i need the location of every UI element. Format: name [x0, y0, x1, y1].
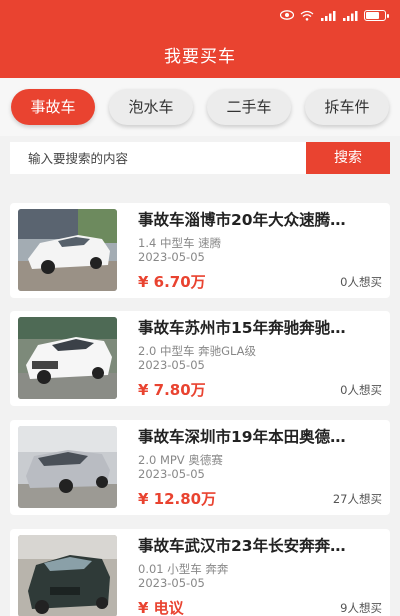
listing-title: 事故车淄博市20年大众速腾… [138, 211, 346, 229]
listing-spec: 2.0 中型车 奔驰GLA级 [138, 344, 257, 358]
car-photo [18, 317, 117, 399]
app-header: 我要买车 [0, 0, 400, 78]
status-bar [280, 6, 389, 24]
list-item[interactable]: 事故车深圳市19年本田奥德… 2.0 MPV 奥德赛 2023-05-05 ¥ … [10, 420, 390, 515]
tab-accident-car[interactable]: 事故车 [11, 89, 95, 125]
category-tabs: 事故车 泡水车 二手车 拆车件 [0, 78, 400, 136]
listing-want-count: 0人想买 [340, 275, 382, 289]
listing-want-count: 9人想买 [340, 601, 382, 615]
signal-4g-icon [342, 10, 358, 21]
car-photo [18, 426, 117, 508]
listing-price: ¥ 6.70万 [138, 273, 206, 291]
listing-want-count: 27人想买 [332, 492, 382, 506]
tab-parts[interactable]: 拆车件 [305, 89, 389, 125]
listing-spec: 1.4 中型车 速腾 [138, 236, 222, 250]
listing-price: ¥ 12.80万 [138, 490, 217, 508]
listing-price: ¥ 电议 [138, 599, 184, 616]
car-photo [18, 535, 117, 616]
list-item[interactable]: 事故车武汉市23年长安奔奔… 0.01 小型车 奔奔 2023-05-05 ¥ … [10, 529, 390, 616]
search-input[interactable] [10, 142, 306, 174]
listing-date: 2023-05-05 [138, 467, 205, 481]
wifi-icon [300, 10, 314, 21]
car-photo [18, 209, 117, 291]
listing-spec: 0.01 小型车 奔奔 [138, 562, 229, 576]
page-title: 我要买车 [164, 47, 236, 67]
list-item[interactable]: 事故车苏州市15年奔驰奔驰… 2.0 中型车 奔驰GLA级 2023-05-05… [10, 311, 390, 406]
search-button[interactable]: 搜索 [306, 142, 390, 174]
search-bar: 搜索 [10, 142, 390, 174]
listing-date: 2023-05-05 [138, 576, 205, 590]
eye-icon [280, 10, 294, 20]
listing-title: 事故车苏州市15年奔驰奔驰… [138, 319, 346, 337]
listing-spec: 2.0 MPV 奥德赛 [138, 453, 223, 467]
tab-flooded-car[interactable]: 泡水车 [109, 89, 193, 125]
signal-icon [320, 10, 336, 21]
listing-want-count: 0人想买 [340, 383, 382, 397]
listing-price: ¥ 7.80万 [138, 381, 206, 399]
list-item[interactable]: 事故车淄博市20年大众速腾… 1.4 中型车 速腾 2023-05-05 ¥ 6… [10, 203, 390, 298]
listing-title: 事故车武汉市23年长安奔奔… [138, 537, 346, 555]
listing-title: 事故车深圳市19年本田奥德… [138, 428, 346, 446]
listing-date: 2023-05-05 [138, 358, 205, 372]
listing-date: 2023-05-05 [138, 250, 205, 264]
tab-used-car[interactable]: 二手车 [207, 89, 291, 125]
battery-icon [364, 9, 389, 21]
